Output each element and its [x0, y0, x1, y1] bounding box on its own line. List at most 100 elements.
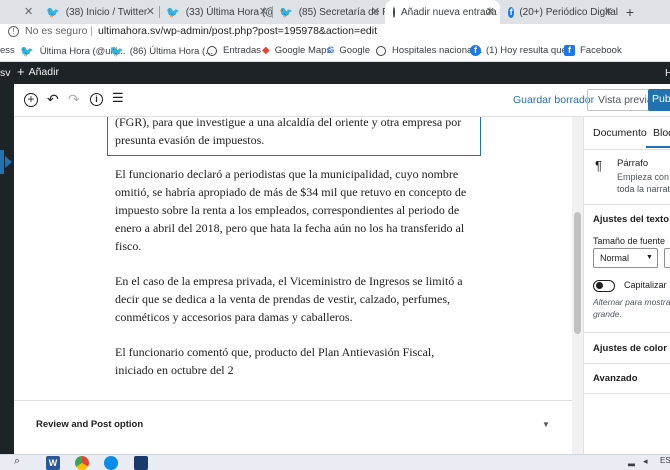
bookmark-label: Hospitales nacional... [392, 45, 483, 56]
bookmark-item[interactable]: G Google [327, 45, 370, 56]
redo-icon[interactable]: ↷ [68, 91, 80, 108]
bookmark-label: Google [339, 45, 371, 56]
volume-icon[interactable]: ◂ [643, 456, 648, 467]
close-icon[interactable]: ✕ [146, 5, 155, 18]
bookmark-item[interactable]: 🐦 (86) Última Hora (... [110, 45, 213, 58]
twitter-icon: 🐦 [166, 6, 180, 19]
close-icon[interactable]: ✕ [371, 5, 380, 18]
bookmark-item[interactable]: Hospitales nacional... [376, 45, 482, 56]
bookmark-item[interactable]: f (1) Hoy resulta que... [470, 45, 575, 56]
settings-sidebar: Documento Bloq ¶ Párrafo Empieza con el … [583, 117, 670, 454]
wp-admin-bar: sv + Añadir H [0, 62, 670, 84]
info-icon[interactable]: ! [8, 26, 19, 37]
save-draft-button[interactable]: Guardar borrador [513, 94, 594, 106]
paragraph-block[interactable]: En el caso de la empresa privada, el Vic… [115, 272, 470, 326]
bookmark-label: (86) Última Hora (... [129, 46, 214, 57]
caret-down-icon[interactable]: ▼ [542, 420, 550, 429]
bookmark-label: Facebook [580, 45, 622, 56]
bookmark-item[interactable]: ess [0, 45, 15, 56]
bookmark-item[interactable]: Entradas [207, 45, 261, 56]
tab-facebook-periodico[interactable]: f (20+) Periódico Digital ✕ [500, 0, 618, 24]
security-label: No es seguro [25, 25, 88, 37]
wordpress-icon [393, 6, 395, 18]
divider [584, 393, 670, 394]
tab-twitter-secretaria[interactable]: 🐦 (85) Secretaría de Pren ✕ [273, 0, 385, 24]
google-icon: G [327, 45, 335, 56]
wordpress-icon [376, 45, 386, 56]
word-icon[interactable]: W [46, 456, 60, 470]
editor-toolbar: + ↶ ↷ i ☰ Guardar borrador Vista previa … [14, 84, 670, 117]
photos-icon[interactable] [134, 456, 148, 470]
windows-taskbar: ⌕ W ▂ ◂ ES [0, 454, 670, 470]
publish-button[interactable]: Pub [648, 89, 670, 111]
info-icon[interactable]: i [90, 93, 103, 106]
close-icon[interactable]: ✕ [259, 5, 268, 18]
block-description: Empieza con el [617, 172, 670, 182]
bookmark-item[interactable]: ◆ Google Maps [262, 45, 331, 56]
tab-document[interactable]: Documento [593, 127, 647, 139]
collapse-arrow-icon[interactable] [5, 156, 12, 168]
font-size-label: Tamaño de fuente [593, 236, 666, 246]
tab-title: (38) Inicio / Twitter [65, 6, 148, 18]
color-settings-heading[interactable]: Ajustes de color [593, 343, 667, 354]
dropcap-label: Capitalizar [624, 280, 667, 290]
selected-paragraph-block[interactable]: (FGR), para que investigue a una alcaldí… [115, 117, 470, 149]
new-tab-button[interactable]: + [620, 0, 640, 24]
tab-overflow-close[interactable]: ✕ [0, 0, 40, 24]
block-name: Párrafo [617, 158, 649, 169]
active-menu-marker [0, 150, 4, 174]
bookmark-item[interactable]: f Facebook [564, 45, 622, 56]
maps-icon: ◆ [262, 45, 270, 56]
metabox-title: Review and Post option [36, 419, 144, 430]
address-separator: | [90, 25, 93, 37]
review-post-option-metabox[interactable]: Review and Post option ▼ [14, 400, 572, 454]
plus-icon: + [17, 64, 25, 79]
twitter-icon: 🐦 [110, 46, 124, 58]
tab-wordpress-editor[interactable]: Añadir nueva entrada ‹ ✕ [385, 0, 500, 24]
outline-icon[interactable]: ☰ [112, 90, 124, 106]
scrollbar-thumb[interactable] [574, 212, 581, 334]
tab-block[interactable]: Bloq [653, 127, 670, 139]
edge-icon[interactable] [104, 456, 118, 470]
paragraph-icon: ¶ [595, 158, 602, 173]
twitter-icon: 🐦 [279, 6, 293, 19]
toggle-knob [596, 282, 603, 289]
browser-tab-strip: ✕ 🐦 (38) Inicio / Twitter ✕ 🐦 (33) Últim… [0, 0, 670, 24]
close-icon[interactable]: ✕ [486, 5, 495, 18]
close-icon[interactable]: ✕ [604, 5, 613, 18]
dropcap-toggle[interactable] [593, 280, 615, 292]
address-bar[interactable]: ! No es seguro | ultimahora.sv/wp-admin/… [0, 24, 670, 41]
paragraph-block[interactable]: El funcionario declaró a periodistas que… [115, 165, 470, 255]
twitter-icon: 🐦 [46, 6, 60, 19]
url-text[interactable]: ultimahora.sv/wp-admin/post.php?post=195… [98, 25, 377, 37]
advanced-heading[interactable]: Avanzado [593, 373, 638, 384]
chrome-icon[interactable] [75, 456, 89, 470]
bookmark-label: (1) Hoy resulta que... [486, 45, 575, 56]
active-tab-indicator [646, 146, 670, 148]
admin-bar-user-fragment[interactable]: H [665, 67, 670, 79]
add-new-label: Añadir [28, 66, 59, 78]
wordpress-icon [207, 45, 217, 56]
language-indicator[interactable]: ES [660, 456, 670, 465]
editor-scrollbar[interactable] [572, 117, 583, 454]
close-icon[interactable]: ✕ [24, 5, 33, 18]
paragraph-block[interactable]: El funcionario comentó que, producto del… [115, 343, 470, 379]
facebook-icon: f [508, 6, 515, 18]
add-new-button[interactable]: + Añadir [17, 64, 59, 79]
font-size-value: Normal [600, 253, 630, 263]
facebook-icon: f [564, 45, 575, 56]
undo-icon[interactable]: ↶ [47, 91, 59, 108]
wifi-icon[interactable]: ▂ [628, 456, 635, 467]
block-description: toda la narrativ [617, 184, 670, 194]
font-size-select[interactable]: Normal ▼ [593, 248, 658, 268]
tab-twitter-ultimahora[interactable]: 🐦 (33) Última Hora (@ult ✕ [160, 0, 273, 24]
add-block-icon[interactable]: + [24, 93, 38, 107]
custom-font-size-input[interactable] [664, 248, 670, 268]
tab-twitter-inicio[interactable]: 🐦 (38) Inicio / Twitter ✕ [40, 0, 160, 24]
bookmark-label: Entradas [223, 45, 262, 56]
search-icon[interactable]: ⌕ [14, 455, 20, 468]
dropcap-help: grande. [593, 309, 622, 319]
editor-canvas: (FGR), para que investigue a una alcaldí… [14, 117, 572, 454]
admin-bar-site-fragment[interactable]: sv [0, 67, 11, 79]
text-settings-heading[interactable]: Ajustes del texto [593, 214, 669, 225]
